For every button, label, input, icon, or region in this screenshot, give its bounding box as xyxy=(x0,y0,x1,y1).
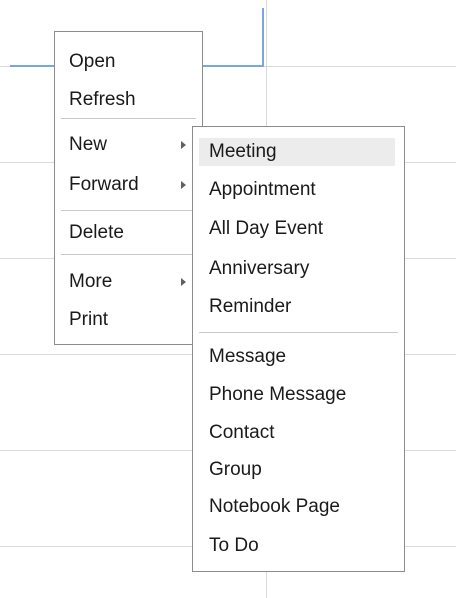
submenu-item-label: Group xyxy=(209,459,262,480)
context-menu: Open Refresh New Forward Delete More Pri… xyxy=(54,31,203,345)
selected-cell-outline-right xyxy=(203,65,263,67)
submenu-item-label: Anniversary xyxy=(209,258,310,279)
menu-item-label: Forward xyxy=(69,174,139,195)
submenu-item-label: Phone Message xyxy=(209,384,347,405)
menu-item-open[interactable]: Open xyxy=(55,48,202,76)
submenu-item-label: Reminder xyxy=(209,296,292,317)
menu-item-label: Print xyxy=(69,309,109,330)
menu-item-label: Refresh xyxy=(69,89,136,110)
submenu-arrow-icon xyxy=(181,278,186,286)
submenu-item-group[interactable]: Group xyxy=(193,456,404,484)
selected-cell-outline-vertical xyxy=(262,8,264,67)
submenu-arrow-icon xyxy=(181,141,186,149)
submenu-item-appointment[interactable]: Appointment xyxy=(193,176,404,204)
menu-item-label: Open xyxy=(69,51,116,72)
submenu-item-label: Message xyxy=(209,346,287,367)
menu-separator xyxy=(61,210,196,211)
menu-separator xyxy=(61,118,196,119)
menu-item-more[interactable]: More xyxy=(55,268,202,296)
submenu-item-message[interactable]: Message xyxy=(193,343,404,371)
submenu-arrow-icon xyxy=(181,181,186,189)
submenu-separator xyxy=(199,332,398,333)
submenu-item-notebook-page[interactable]: Notebook Page xyxy=(193,493,404,521)
menu-item-delete[interactable]: Delete xyxy=(55,219,202,247)
submenu-item-contact[interactable]: Contact xyxy=(193,419,404,447)
new-submenu: Meeting Appointment All Day Event Annive… xyxy=(192,126,405,572)
selected-cell-outline-left xyxy=(10,65,54,67)
submenu-item-label: All Day Event xyxy=(209,218,324,239)
submenu-item-label: Notebook Page xyxy=(209,496,340,517)
submenu-item-meeting[interactable]: Meeting xyxy=(199,138,395,166)
submenu-item-anniversary[interactable]: Anniversary xyxy=(193,255,404,283)
menu-item-print[interactable]: Print xyxy=(55,306,202,334)
submenu-item-label: Appointment xyxy=(209,179,316,200)
submenu-item-phone-message[interactable]: Phone Message xyxy=(193,381,404,409)
menu-item-refresh[interactable]: Refresh xyxy=(55,86,202,114)
menu-item-forward[interactable]: Forward xyxy=(55,171,202,199)
submenu-item-to-do[interactable]: To Do xyxy=(193,532,404,560)
submenu-item-label: To Do xyxy=(209,535,259,556)
submenu-item-reminder[interactable]: Reminder xyxy=(193,293,404,321)
menu-separator xyxy=(61,254,196,255)
submenu-item-label: Contact xyxy=(209,422,275,443)
submenu-item-label: Meeting xyxy=(209,141,277,162)
submenu-item-all-day-event[interactable]: All Day Event xyxy=(193,215,404,243)
menu-item-label: More xyxy=(69,271,113,292)
menu-item-new[interactable]: New xyxy=(55,131,202,159)
menu-item-label: Delete xyxy=(69,222,124,243)
menu-item-label: New xyxy=(69,134,108,155)
